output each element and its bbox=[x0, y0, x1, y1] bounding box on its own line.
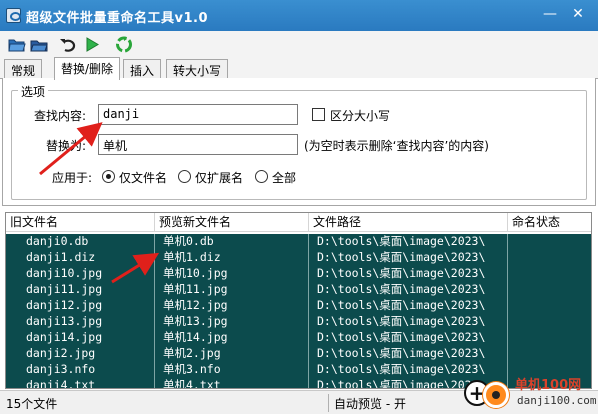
watermark: + 单机100网 danji100.com bbox=[460, 374, 598, 414]
case-sensitive-checkbox[interactable] bbox=[312, 108, 325, 121]
recycle-icon[interactable] bbox=[115, 36, 133, 53]
cell-old-name: danji11.jpg bbox=[6, 282, 155, 298]
cell-path: D:\tools\桌面\image\2023\ bbox=[309, 346, 508, 362]
col-path[interactable]: 文件路径 bbox=[309, 213, 508, 232]
radio-extension-only[interactable] bbox=[178, 170, 191, 183]
cell-path: D:\tools\桌面\image\2023\ bbox=[309, 250, 508, 266]
cell-old-name: danji0.db bbox=[6, 234, 155, 250]
find-label: 查找内容: bbox=[34, 109, 87, 123]
table-row[interactable]: danji13.jpg 单机13.jpg D:\tools\桌面\image\202… bbox=[6, 314, 591, 330]
cell-old-name: danji2.jpg bbox=[6, 346, 155, 362]
cell-new-name: 单机13.jpg bbox=[155, 314, 309, 330]
radio-extension-only-label: 仅扩展名 bbox=[195, 171, 244, 185]
cell-new-name: 单机3.nfo bbox=[155, 362, 309, 378]
replace-input[interactable]: 单机 bbox=[98, 134, 298, 155]
cell-status bbox=[508, 346, 591, 362]
cell-old-name: danji14.jpg bbox=[6, 330, 155, 346]
col-new-name[interactable]: 预览新文件名 bbox=[155, 213, 309, 232]
tab-strip: 常规 替换/删除 插入 转大小写 bbox=[0, 57, 598, 80]
tab-panel: 选项 查找内容: danji 区分大小写 替换为: 单机 (为空时表示删除‘查找… bbox=[2, 78, 596, 206]
title-bar: 超级文件批量重命名工具v1.0 — ✕ bbox=[0, 0, 598, 31]
cell-path: D:\tools\桌面\image\2023\ bbox=[309, 234, 508, 250]
open-folder-icon[interactable] bbox=[8, 36, 26, 53]
toolbar bbox=[0, 31, 598, 57]
file-list[interactable]: 旧文件名 预览新文件名 文件路径 命名状态 danji0.db 单机0.db D:\… bbox=[5, 212, 592, 389]
find-input[interactable]: danji bbox=[98, 104, 298, 125]
cell-status bbox=[508, 266, 591, 282]
tab-case-convert[interactable]: 转大小写 bbox=[166, 59, 229, 79]
table-row[interactable]: danji10.jpg 单机10.jpg D:\tools\桌面\image\202… bbox=[6, 266, 591, 282]
minimize-button[interactable]: — bbox=[540, 6, 560, 24]
table-row[interactable]: danji1.diz 单机1.diz D:\tools\桌面\image\2023\ bbox=[6, 250, 591, 266]
cell-status bbox=[508, 250, 591, 266]
cell-new-name: 单机4.txt bbox=[155, 378, 309, 388]
col-status[interactable]: 命名状态 bbox=[508, 213, 591, 232]
table-row[interactable]: danji12.jpg 单机12.jpg D:\tools\桌面\image\202… bbox=[6, 298, 591, 314]
replace-hint: (为空时表示删除‘查找内容’的内容) bbox=[304, 139, 489, 153]
cell-new-name: 单机11.jpg bbox=[155, 282, 309, 298]
app-icon bbox=[6, 8, 21, 23]
watermark-logo-icon bbox=[483, 382, 509, 408]
watermark-text: 单机100网 bbox=[515, 378, 582, 393]
apply-to-label: 应用于: bbox=[52, 171, 93, 185]
tab-insert[interactable]: 插入 bbox=[123, 59, 162, 79]
tab-replace-delete[interactable]: 替换/删除 bbox=[54, 57, 121, 80]
radio-filename-only[interactable] bbox=[102, 170, 115, 183]
cell-status bbox=[508, 330, 591, 346]
cell-new-name: 单机14.jpg bbox=[155, 330, 309, 346]
open-file-icon[interactable] bbox=[30, 36, 48, 53]
file-list-header: 旧文件名 预览新文件名 文件路径 命名状态 bbox=[6, 213, 591, 232]
cell-status bbox=[508, 282, 591, 298]
cell-old-name: danji4.txt bbox=[6, 378, 155, 388]
cell-old-name: danji3.nfo bbox=[6, 362, 155, 378]
tab-general[interactable]: 常规 bbox=[4, 59, 43, 79]
cell-new-name: 单机12.jpg bbox=[155, 298, 309, 314]
cell-new-name: 单机2.jpg bbox=[155, 346, 309, 362]
cell-old-name: danji12.jpg bbox=[6, 298, 155, 314]
options-group: 选项 查找内容: danji 区分大小写 替换为: 单机 (为空时表示删除‘查找… bbox=[11, 83, 587, 200]
replace-label: 替换为: bbox=[46, 139, 87, 153]
window-title: 超级文件批量重命名工具v1.0 bbox=[26, 11, 209, 26]
cell-path: D:\tools\桌面\image\2023\ bbox=[309, 298, 508, 314]
cell-new-name: 单机1.diz bbox=[155, 250, 309, 266]
cell-new-name: 单机0.db bbox=[155, 234, 309, 250]
cell-path: D:\tools\桌面\image\2023\ bbox=[309, 330, 508, 346]
status-auto-preview: 自动预览 - 开 bbox=[334, 397, 406, 411]
cell-path: D:\tools\桌面\image\2023\ bbox=[309, 282, 508, 298]
radio-all[interactable] bbox=[255, 170, 268, 183]
undo-icon[interactable] bbox=[59, 36, 77, 53]
run-icon[interactable] bbox=[83, 36, 101, 53]
cell-status bbox=[508, 314, 591, 330]
case-sensitive-label: 区分大小写 bbox=[330, 109, 391, 123]
cell-path: D:\tools\桌面\image\2023\ bbox=[309, 266, 508, 282]
close-button[interactable]: ✕ bbox=[568, 6, 588, 24]
cell-old-name: danji1.diz bbox=[6, 250, 155, 266]
cell-path: D:\tools\桌面\image\2023\ bbox=[309, 314, 508, 330]
table-row[interactable]: danji14.jpg 单机14.jpg D:\tools\桌面\image\202… bbox=[6, 330, 591, 346]
cell-old-name: danji10.jpg bbox=[6, 266, 155, 282]
status-file-count: 15个文件 bbox=[6, 397, 58, 411]
group-title: 选项 bbox=[18, 83, 49, 100]
col-old-name[interactable]: 旧文件名 bbox=[6, 213, 155, 232]
radio-all-label: 全部 bbox=[272, 171, 297, 185]
cell-status bbox=[508, 298, 591, 314]
status-divider bbox=[328, 394, 329, 412]
watermark-url: danji100.com bbox=[517, 394, 597, 407]
table-row[interactable]: danji2.jpg 单机2.jpg D:\tools\桌面\image\2023\ bbox=[6, 346, 591, 362]
cell-new-name: 单机10.jpg bbox=[155, 266, 309, 282]
radio-filename-only-label: 仅文件名 bbox=[119, 171, 168, 185]
table-row[interactable]: danji11.jpg 单机11.jpg D:\tools\桌面\image\202… bbox=[6, 282, 591, 298]
table-row[interactable]: danji0.db 单机0.db D:\tools\桌面\image\2023\ bbox=[6, 234, 591, 250]
cell-status bbox=[508, 234, 591, 250]
cell-old-name: danji13.jpg bbox=[6, 314, 155, 330]
